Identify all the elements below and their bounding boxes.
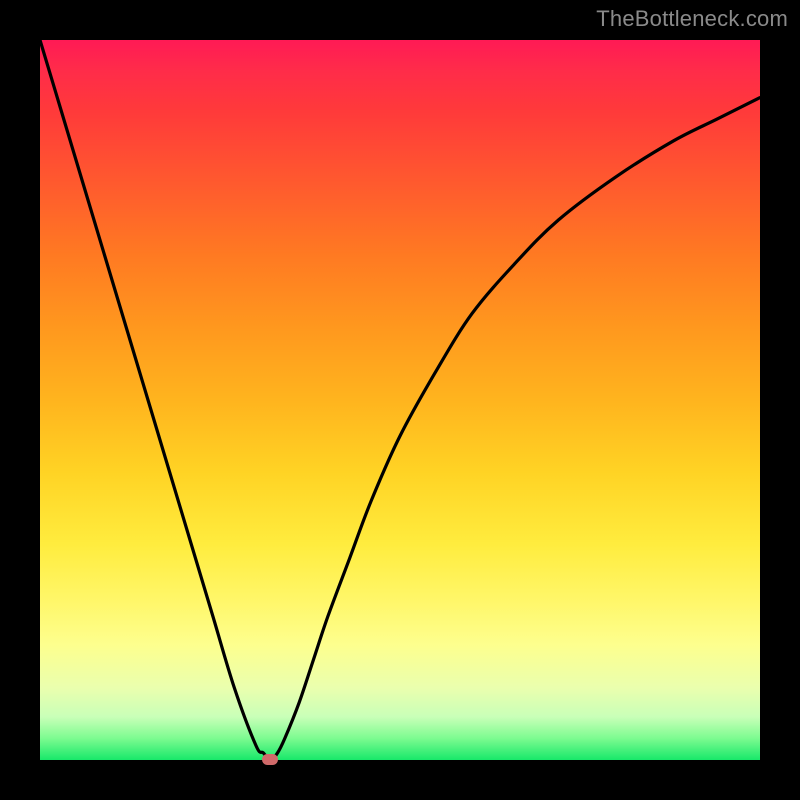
bottleneck-curve <box>40 40 760 760</box>
chart-frame: TheBottleneck.com <box>0 0 800 800</box>
plot-area <box>40 40 760 760</box>
optimum-marker <box>262 754 278 765</box>
watermark-text: TheBottleneck.com <box>596 6 788 32</box>
